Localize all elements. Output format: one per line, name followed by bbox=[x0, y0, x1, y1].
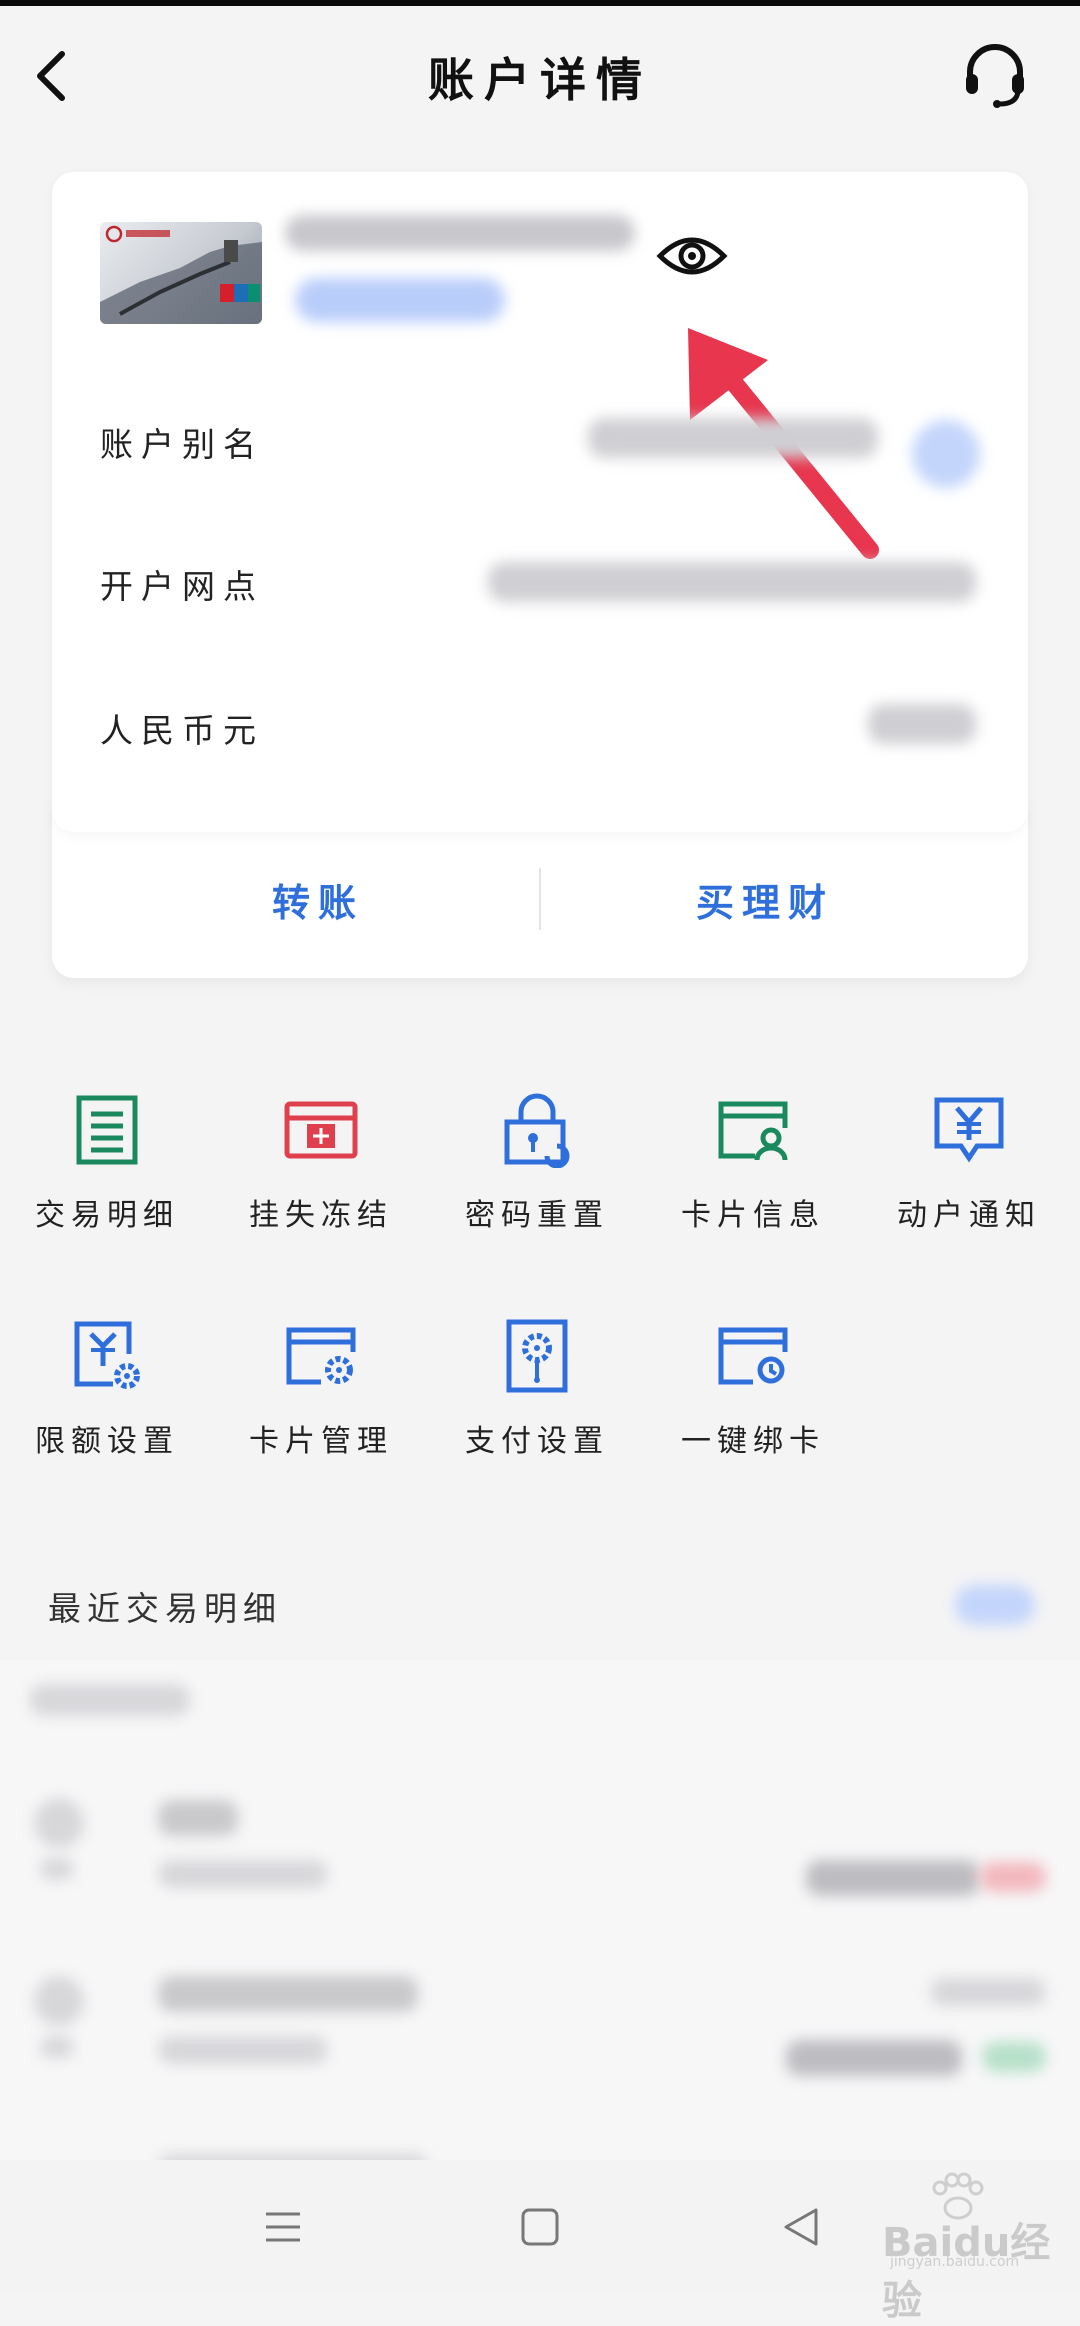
yuan-notice-icon bbox=[934, 1097, 1004, 1163]
customer-service-button[interactable] bbox=[960, 40, 1030, 110]
account-type-tag bbox=[295, 278, 505, 322]
alias-value bbox=[588, 418, 878, 458]
recent-transactions-list bbox=[0, 1660, 1080, 2180]
edit-alias-button[interactable] bbox=[912, 420, 980, 488]
home-icon[interactable] bbox=[515, 2202, 565, 2252]
headset-icon bbox=[966, 44, 1024, 108]
func-report-loss[interactable]: 挂失冻结 bbox=[226, 1092, 416, 1234]
menu-icon[interactable] bbox=[258, 2202, 308, 2252]
recent-more-link[interactable] bbox=[955, 1585, 1035, 1625]
func-label: 限额设置 bbox=[35, 1424, 179, 1459]
func-label: 动户通知 bbox=[897, 1198, 1041, 1233]
recent-transactions-title: 最近交易明细 bbox=[48, 1589, 282, 1628]
alias-label: 账户别名 bbox=[100, 425, 264, 464]
page-title: 账户详情 bbox=[428, 53, 652, 107]
transaction-list-icon bbox=[76, 1095, 138, 1165]
back-triangle-icon[interactable] bbox=[776, 2202, 826, 2252]
func-label: 一键绑卡 bbox=[681, 1424, 825, 1459]
app-header: 账户详情 bbox=[0, 6, 1080, 136]
currency-label: 人民币元 bbox=[100, 711, 264, 750]
show-balance-toggle[interactable] bbox=[656, 228, 728, 284]
balance-value bbox=[868, 704, 976, 744]
func-account-notice[interactable]: 动户通知 bbox=[874, 1092, 1064, 1234]
lock-reset-icon bbox=[504, 1093, 570, 1168]
func-transaction-details[interactable]: 交易明细 bbox=[12, 1092, 202, 1234]
branch-value bbox=[488, 562, 976, 602]
func-bind-card[interactable]: 一键绑卡 bbox=[658, 1318, 848, 1460]
report-loss-icon bbox=[284, 1101, 358, 1159]
func-label: 卡片管理 bbox=[249, 1424, 393, 1459]
bank-card-image bbox=[100, 222, 262, 324]
buy-wealth-button[interactable]: 买理财 bbox=[696, 872, 834, 927]
payment-settings-icon bbox=[506, 1319, 568, 1393]
transfer-button[interactable]: 转账 bbox=[272, 872, 364, 927]
func-limit-settings[interactable]: 限额设置 bbox=[12, 1318, 202, 1460]
eye-icon bbox=[656, 237, 728, 275]
func-label: 密码重置 bbox=[465, 1198, 609, 1233]
card-settings-icon bbox=[286, 1327, 356, 1385]
branch-label: 开户网点 bbox=[100, 567, 264, 606]
list-date-header bbox=[30, 1684, 190, 1716]
func-card-info[interactable]: 卡片信息 bbox=[658, 1092, 848, 1234]
func-payment-settings[interactable]: 支付设置 bbox=[442, 1318, 632, 1460]
action-divider bbox=[539, 868, 541, 930]
bind-card-icon bbox=[718, 1327, 788, 1385]
func-label: 卡片信息 bbox=[681, 1198, 825, 1233]
func-label: 交易明细 bbox=[35, 1198, 179, 1233]
func-password-reset[interactable]: 密码重置 bbox=[442, 1092, 632, 1234]
func-label: 支付设置 bbox=[465, 1424, 609, 1459]
func-label: 挂失冻结 bbox=[249, 1198, 393, 1233]
func-card-management[interactable]: 卡片管理 bbox=[226, 1318, 416, 1460]
watermark-subtext: jingyan.baidu.com bbox=[890, 2254, 1020, 2270]
baidu-watermark: Baidu经验 jingyan.baidu.com bbox=[846, 2172, 1056, 2324]
account-number-masked bbox=[285, 215, 635, 251]
card-user-icon bbox=[718, 1101, 788, 1161]
limit-settings-icon bbox=[74, 1321, 140, 1389]
